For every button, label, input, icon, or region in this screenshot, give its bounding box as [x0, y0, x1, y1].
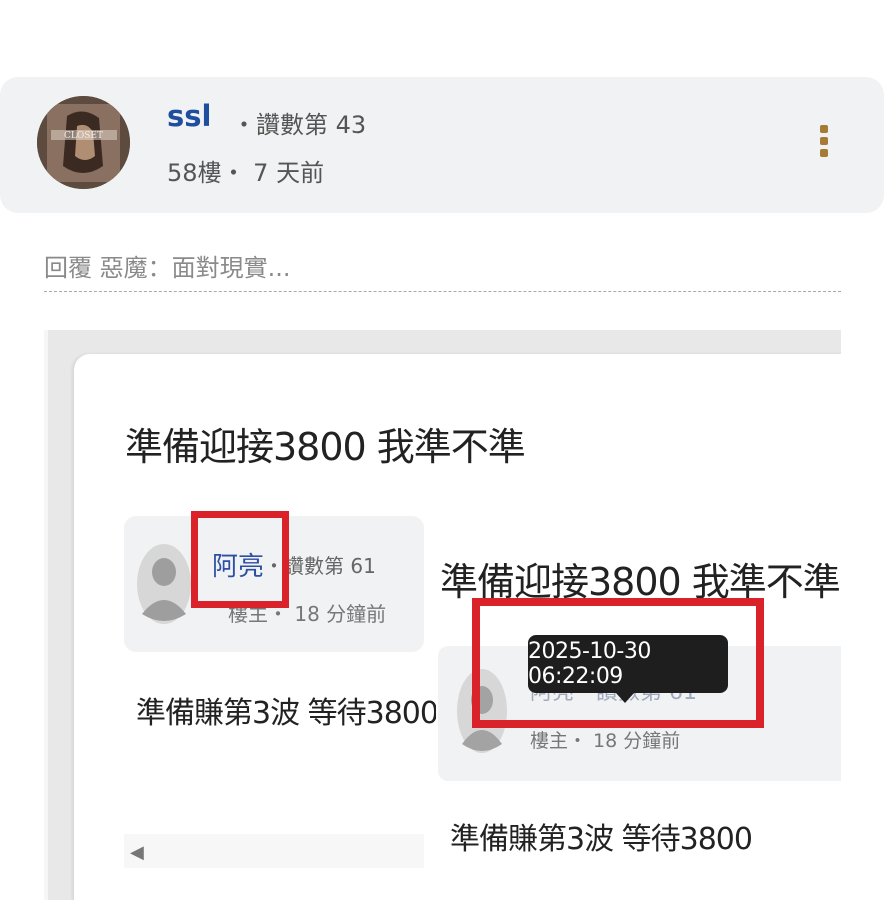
highlight-box-timestamp [472, 598, 764, 728]
embedded-screenshot[interactable]: 準備迎接3800 我準不準 阿亮 ・讚數第 61 樓主・ 18 分鐘前 準備賺第… [44, 330, 841, 900]
user-avatar[interactable]: CLOSET [37, 96, 130, 189]
post-meta: 58樓・ 7 天前 [167, 159, 325, 187]
screenshot-edge [44, 330, 48, 900]
post-header: CLOSET ssl ・讚數第 43 58樓・ 7 天前 [0, 77, 884, 213]
horizontal-scrollbar [124, 834, 424, 868]
overlay-post-body: 準備賺第3波 等待3800 [450, 822, 753, 857]
username[interactable]: ssl [167, 99, 211, 133]
triangle-left-icon: ◀ [130, 842, 144, 863]
topic-title: 準備迎接3800 我準不準 [125, 425, 526, 469]
highlight-box-name [191, 511, 289, 608]
screenshot-content: 準備迎接3800 我準不準 阿亮 ・讚數第 61 樓主・ 18 分鐘前 準備賺第… [74, 354, 841, 900]
overlay-author-meta: 樓主・ 18 分鐘前 [530, 730, 681, 752]
default-avatar-icon [137, 544, 191, 624]
divider [44, 291, 841, 292]
avatar-logo-text: CLOSET [64, 131, 103, 141]
post-body: 準備賺第3波 等待3800 [136, 696, 439, 731]
reply-to-quote[interactable]: 回覆 惡魔：面對現實... [44, 248, 291, 283]
like-rank: ・讚數第 43 [232, 111, 367, 139]
page: CLOSET ssl ・讚數第 43 58樓・ 7 天前 回覆 惡魔：面對現實.… [0, 0, 884, 900]
dot [820, 125, 828, 133]
more-options-icon[interactable] [812, 121, 836, 161]
dot [820, 137, 828, 145]
dot [820, 149, 828, 157]
overlay-screenshot: 準備迎接3800 我準不準 阿亮・讚數第 61 樓主・ 18 分鐘前 ▲ ▼ 準… [436, 516, 841, 900]
